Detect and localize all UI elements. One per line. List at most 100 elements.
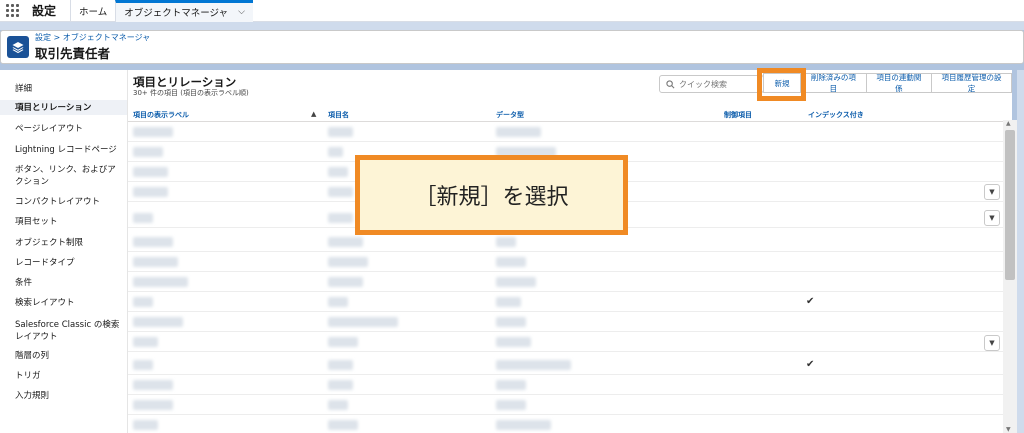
- sidebar-item-classic-search-layouts[interactable]: Salesforce Classic の検索レイアウト: [0, 319, 127, 343]
- search-icon: [666, 79, 675, 88]
- layers-icon: [7, 36, 29, 58]
- table-row[interactable]: [128, 253, 1005, 272]
- new-button-highlight: [757, 68, 806, 101]
- sidebar: 詳細 項目とリレーション ページレイアウト Lightning レコードページ …: [0, 70, 127, 433]
- tab-home[interactable]: ホーム: [70, 0, 115, 22]
- table-row[interactable]: [128, 396, 1005, 415]
- sidebar-item-lightning-pages[interactable]: Lightning レコードページ: [0, 144, 127, 156]
- row-actions-chevron-down-icon[interactable]: ▼: [984, 335, 1000, 351]
- checkmark-icon: ✔: [806, 359, 815, 370]
- column-header-label[interactable]: 項目の表示ラベル: [133, 110, 189, 120]
- redacted-cell: [133, 147, 163, 157]
- section-subtitle: 30+ 件の項目 (項目の表示ラベル順): [133, 89, 249, 97]
- field-history-button[interactable]: 項目履歴管理の設定: [932, 73, 1012, 93]
- redacted-cell: [328, 127, 353, 137]
- app-name: 設定: [32, 4, 57, 18]
- global-nav: 設定 ホーム オブジェクトマネージャ ⌵: [0, 0, 1024, 22]
- redacted-cell: [133, 237, 173, 247]
- redacted-cell: [328, 420, 358, 430]
- redacted-cell: [328, 380, 353, 390]
- redacted-cell: [133, 187, 168, 197]
- table-scrollbar[interactable]: ▲ ▼: [1003, 120, 1017, 433]
- sidebar-item-compact-layouts[interactable]: コンパクトレイアウト: [0, 196, 127, 208]
- quick-search[interactable]: [659, 75, 764, 93]
- column-header-data-type[interactable]: データ型: [496, 110, 524, 120]
- redacted-cell: [496, 127, 541, 137]
- redacted-cell: [496, 337, 531, 347]
- chevron-down-icon[interactable]: ⌵: [238, 7, 245, 17]
- scroll-up-icon[interactable]: ▲: [1006, 120, 1011, 127]
- redacted-cell: [133, 213, 153, 223]
- redacted-cell: [328, 360, 353, 370]
- breadcrumb[interactable]: 設定 > オブジェクトマネージャ: [35, 32, 150, 43]
- redacted-cell: [328, 187, 353, 197]
- sidebar-item-record-types[interactable]: レコードタイプ: [0, 257, 127, 269]
- redacted-cell: [496, 360, 571, 370]
- redacted-cell: [496, 257, 526, 267]
- redacted-cell: [328, 257, 368, 267]
- fields-panel: 項目とリレーション 30+ 件の項目 (項目の表示ラベル順) 新規 削除済みの項…: [127, 70, 1012, 433]
- redacted-cell: [133, 400, 173, 410]
- redacted-cell: [496, 277, 536, 287]
- sidebar-item-search-layouts[interactable]: 検索レイアウト: [0, 297, 127, 309]
- sidebar-item-fields[interactable]: 項目とリレーション: [0, 100, 127, 115]
- table-row[interactable]: ✔: [128, 293, 1005, 312]
- deleted-fields-button[interactable]: 削除済みの項目: [801, 73, 867, 93]
- redacted-cell: [328, 317, 398, 327]
- redacted-cell: [328, 237, 363, 247]
- sidebar-item-object-limits[interactable]: オブジェクト制限: [0, 237, 127, 249]
- redacted-cell: [328, 213, 353, 223]
- redacted-cell: [496, 317, 526, 327]
- instruction-callout: ［新規］を選択: [355, 155, 628, 235]
- redacted-cell: [328, 147, 343, 157]
- column-header-controlling[interactable]: 制御項目: [724, 110, 752, 120]
- scroll-thumb[interactable]: [1005, 130, 1015, 280]
- page-edge: [1017, 70, 1024, 433]
- table-row[interactable]: [128, 123, 1005, 142]
- table-row[interactable]: [128, 416, 1005, 433]
- redacted-cell: [133, 380, 173, 390]
- sidebar-item-hierarchy-columns[interactable]: 階層の列: [0, 350, 127, 362]
- redacted-cell: [496, 400, 526, 410]
- redacted-cell: [133, 420, 158, 430]
- sidebar-item-conditions[interactable]: 条件: [0, 277, 127, 289]
- sidebar-item-field-sets[interactable]: 項目セット: [0, 216, 127, 228]
- redacted-cell: [496, 420, 551, 430]
- redacted-cell: [133, 360, 153, 370]
- table-row[interactable]: ▼: [128, 333, 1005, 352]
- tab-label: ホーム: [79, 6, 108, 18]
- quick-search-input[interactable]: [679, 79, 759, 89]
- redacted-cell: [133, 297, 153, 307]
- redacted-cell: [328, 167, 348, 177]
- redacted-cell: [133, 317, 183, 327]
- redacted-cell: [133, 257, 178, 267]
- table-row[interactable]: [128, 233, 1005, 252]
- redacted-cell: [496, 297, 521, 307]
- row-actions-chevron-down-icon[interactable]: ▼: [984, 210, 1000, 226]
- tab-label: オブジェクトマネージャ: [124, 8, 229, 19]
- redacted-cell: [496, 237, 516, 247]
- sort-ascending-icon[interactable]: ▲: [311, 110, 316, 118]
- redacted-cell: [328, 400, 348, 410]
- redacted-cell: [328, 277, 363, 287]
- table-row[interactable]: [128, 273, 1005, 292]
- sidebar-item-page-layouts[interactable]: ページレイアウト: [0, 123, 127, 135]
- table-row[interactable]: [128, 313, 1005, 332]
- redacted-cell: [133, 167, 168, 177]
- table-row[interactable]: ✔: [128, 356, 1005, 375]
- table-row[interactable]: [128, 376, 1005, 395]
- tab-object-manager[interactable]: オブジェクトマネージャ ⌵: [115, 0, 253, 22]
- column-header-indexed[interactable]: インデックス付き: [808, 110, 864, 120]
- redacted-cell: [133, 127, 173, 137]
- field-dependencies-button[interactable]: 項目の連動関係: [866, 73, 933, 93]
- column-header-api-name[interactable]: 項目名: [328, 110, 349, 120]
- scroll-down-icon[interactable]: ▼: [1006, 426, 1011, 433]
- row-actions-chevron-down-icon[interactable]: ▼: [984, 184, 1000, 200]
- redacted-cell: [133, 277, 188, 287]
- sidebar-item-validation-rules[interactable]: 入力規則: [0, 390, 127, 402]
- table-header: 項目の表示ラベル ▲ 項目名 データ型 制御項目 インデックス付き: [128, 108, 1005, 122]
- sidebar-item-triggers[interactable]: トリガ: [0, 370, 127, 382]
- sidebar-item-details[interactable]: 詳細: [0, 83, 127, 95]
- waffle-icon[interactable]: [6, 3, 20, 18]
- sidebar-item-buttons-links[interactable]: ボタン、リンク、およびアクション: [0, 164, 127, 188]
